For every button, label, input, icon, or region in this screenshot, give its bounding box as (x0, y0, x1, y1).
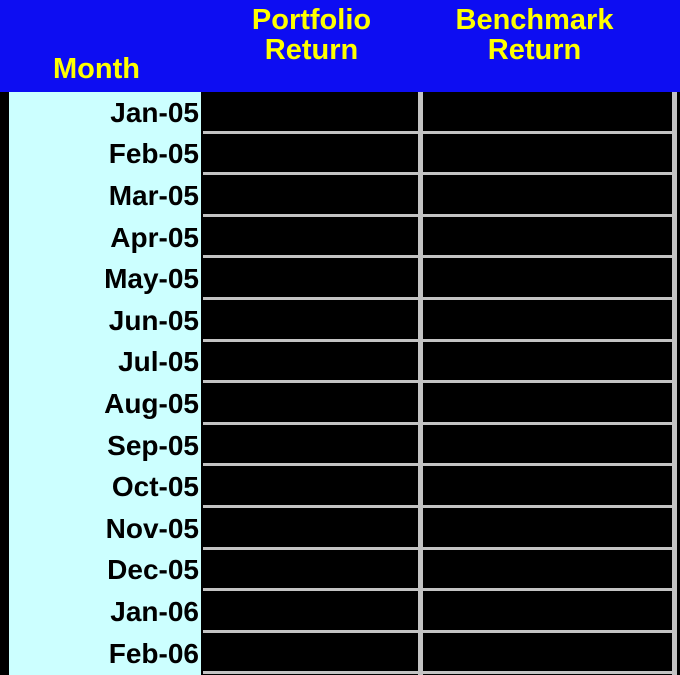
column-header-month-label: Month (53, 53, 140, 86)
cell-benchmark-return[interactable] (423, 507, 672, 550)
table-row: Jul-05 (0, 341, 680, 384)
cell-portfolio-return[interactable] (203, 133, 418, 176)
table-header-row: Month Portfolio Return Benchmark Return (0, 0, 680, 92)
column-header-benchmark-line1: Benchmark (455, 4, 614, 36)
cell-month[interactable]: Nov-05 (9, 507, 201, 550)
cell-month[interactable]: Dec-05 (9, 549, 201, 592)
cell-benchmark-return[interactable] (423, 299, 672, 342)
cell-benchmark-return[interactable] (423, 549, 672, 592)
cell-benchmark-return[interactable] (423, 92, 672, 134)
column-header-month[interactable]: Month (9, 0, 201, 92)
table-row: Sep-05 (0, 424, 680, 467)
cell-portfolio-return[interactable] (203, 507, 418, 550)
cell-month[interactable]: Sep-05 (9, 424, 201, 467)
column-header-benchmark-return[interactable]: Benchmark Return (423, 0, 674, 92)
cell-portfolio-return[interactable] (203, 424, 418, 467)
cell-month[interactable]: Feb-06 (9, 632, 201, 675)
cell-month[interactable]: Mar-05 (9, 175, 201, 217)
table-row: May-05 (0, 258, 680, 300)
table-row: Aug-05 (0, 383, 680, 425)
cell-benchmark-return[interactable] (423, 133, 672, 176)
cell-benchmark-return[interactable] (423, 216, 672, 259)
cell-portfolio-return[interactable] (203, 632, 418, 675)
table-row: Oct-05 (0, 466, 680, 508)
table-row: Jun-05 (0, 299, 680, 342)
table-row: Nov-05 (0, 507, 680, 550)
cell-benchmark-return[interactable] (423, 632, 672, 675)
cell-portfolio-return[interactable] (203, 591, 418, 633)
cell-benchmark-return[interactable] (423, 591, 672, 633)
table-row: Apr-05 (0, 216, 680, 259)
cell-portfolio-return[interactable] (203, 341, 418, 384)
cell-portfolio-return[interactable] (203, 175, 418, 217)
cell-portfolio-return[interactable] (203, 299, 418, 342)
cell-portfolio-return[interactable] (203, 383, 418, 425)
cell-month[interactable]: May-05 (9, 258, 201, 300)
cell-benchmark-return[interactable] (423, 175, 672, 217)
table-row: Feb-06 (0, 632, 680, 675)
cell-portfolio-return[interactable] (203, 466, 418, 508)
cell-month[interactable]: Apr-05 (9, 216, 201, 259)
cell-month[interactable]: Jul-05 (9, 341, 201, 384)
cell-portfolio-return[interactable] (203, 549, 418, 592)
cell-benchmark-return[interactable] (423, 383, 672, 425)
column-header-portfolio-return[interactable]: Portfolio Return (203, 0, 420, 92)
column-header-portfolio-line2: Return (264, 33, 359, 66)
table-body: Jan-05 Feb-05 Mar-05 Apr-05 May-05 Jun-05 Jul-… (0, 92, 680, 675)
cell-portfolio-return[interactable] (203, 92, 418, 134)
cell-benchmark-return[interactable] (423, 466, 672, 508)
cell-benchmark-return[interactable] (423, 341, 672, 384)
table-row: Jan-06 (0, 591, 680, 633)
spreadsheet-table: Month Portfolio Return Benchmark Return … (0, 0, 680, 675)
cell-benchmark-return[interactable] (423, 424, 672, 467)
cell-portfolio-return[interactable] (203, 216, 418, 259)
cell-month[interactable]: Feb-05 (9, 133, 201, 176)
column-header-portfolio-line1: Portfolio (251, 4, 372, 36)
table-row: Feb-05 (0, 133, 680, 176)
cell-portfolio-return[interactable] (203, 258, 418, 300)
cell-month[interactable]: Jun-05 (9, 299, 201, 342)
table-row: Dec-05 (0, 549, 680, 592)
column-divider-right (672, 92, 677, 675)
table-row: Mar-05 (0, 175, 680, 217)
cell-month[interactable]: Jan-06 (9, 591, 201, 633)
cell-benchmark-return[interactable] (423, 258, 672, 300)
table-row: Jan-05 (0, 92, 680, 134)
cell-month[interactable]: Jan-05 (9, 92, 201, 134)
cell-month[interactable]: Aug-05 (9, 383, 201, 425)
column-divider-middle (418, 92, 423, 675)
column-header-benchmark-line2: Return (487, 33, 582, 66)
cell-month[interactable]: Oct-05 (9, 466, 201, 508)
